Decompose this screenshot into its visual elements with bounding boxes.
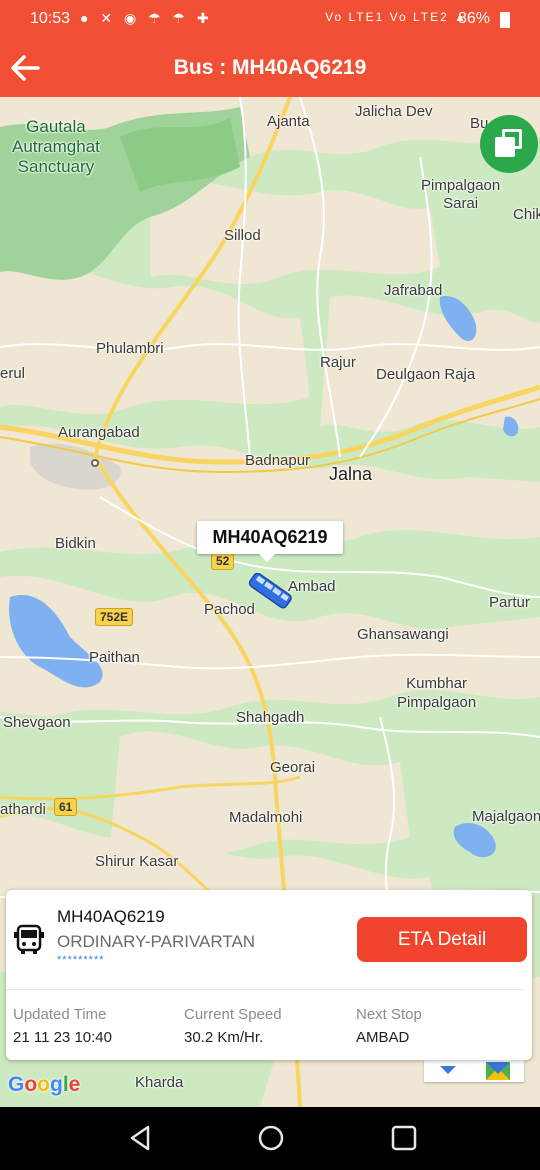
place-rajur: Rajur [320,354,356,371]
divider [6,989,524,990]
place-deulgaon-raja: Deulgaon Raja [376,366,476,383]
lte1-label: Vo LTE1 [325,10,385,24]
home-nav-icon[interactable] [257,1123,285,1158]
place-chik: Chik [513,206,540,223]
place-shirur-kasar: Shirur Kasar [95,853,179,870]
bus-registration: MH40AQ6219 [57,907,165,926]
place-shevgaon: Shevgaon [3,714,71,731]
current-speed-section: Current Speed 30.2 Km/Hr. [184,1006,282,1046]
bus-icon [14,924,44,956]
place-partur: Partur [489,594,530,611]
bus-marker-icon[interactable] [244,572,296,614]
map-layers-button[interactable] [480,115,538,173]
updated-time-label: Updated Time [13,1006,107,1023]
battery-percent: 86% [457,10,490,27]
place-jalicha-dev: Jalicha Dev [355,103,433,120]
layers-icon-front [495,137,515,157]
map-controls[interactable] [424,1060,524,1082]
place-pimpalgaon-sarai: Pimpalgaon Sarai [421,177,501,212]
google-logo: Google [8,1073,81,1096]
place-ajanta: Ajanta [267,113,310,130]
place-bidkin: Bidkin [55,535,96,552]
bus-info-card: MH40AQ6219 ORDINARY-PARIVARTAN *********… [6,890,532,1060]
battery-icon [500,12,510,28]
place-aurangabad: Aurangabad [58,424,140,441]
place-shahgadh: Shahgadh [236,709,305,726]
city-marker-aurangabad [91,459,99,467]
back-nav-icon[interactable] [126,1123,154,1158]
place-paithan: Paithan [89,649,140,666]
current-speed-label: Current Speed [184,1006,282,1023]
place-athardi: athardi [0,801,46,818]
network-icons: Vo LTE1 Vo LTE2 ▲ [325,10,468,24]
system-nav-bar [0,1107,540,1170]
masked-text: ********* [57,954,105,966]
place-georai: Georai [270,759,316,776]
current-speed-value: 30.2 Km/Hr. [184,1029,264,1046]
bus-marker-label[interactable]: MH40AQ6219 [197,521,343,562]
page-title: Bus : MH40AQ6219 [173,56,367,79]
updated-time-section: Updated Time 21 11 23 10:40 [13,1006,112,1046]
place-kharda: Kharda [135,1074,184,1091]
road-shield-752e: 752E [95,608,134,626]
place-sillod: Sillod [224,227,261,244]
updated-time-value: 21 11 23 10:40 [13,1029,112,1046]
place-badnapur: Badnapur [245,452,311,469]
place-phulambri: Phulambri [96,340,164,357]
recents-nav-icon[interactable] [390,1123,418,1158]
road-shield-52: 52 [211,552,235,570]
place-majalgaon: Majalgaon [472,808,540,825]
lte2-label: Vo LTE2 [389,10,449,24]
place-ghansawangi: Ghansawangi [357,626,449,643]
next-stop-section: Next Stop AMBAD [356,1006,422,1046]
place-jafrabad: Jafrabad [384,282,443,299]
place-jalna: Jalna [329,464,373,484]
eta-detail-button[interactable]: ETA Detail [357,917,527,962]
status-bar: 10:53 ● ✕ ◉ ☂ ☂ ✚ Vo LTE1 Vo LTE2 ▲ 86% [0,0,540,40]
status-time: 10:53 [30,10,71,27]
next-stop-value: AMBAD [356,1029,410,1046]
place-madalmohi: Madalmohi [229,809,303,826]
place-kumbhar-pimpalgaon: Kumbhar Pimpalgaon [397,675,477,711]
app-bar: Bus : MH40AQ6219 [0,40,540,97]
next-stop-label: Next Stop [356,1006,422,1023]
notification-icons: ● ✕ ◉ ☂ ☂ ✚ [80,10,213,26]
bus-service-type: ORDINARY-PARIVARTAN [57,932,256,951]
place-gautala: Gautala Autramghat Sanctuary [12,117,100,176]
place-erul: erul [0,365,26,382]
road-shield-61: 61 [54,798,78,816]
